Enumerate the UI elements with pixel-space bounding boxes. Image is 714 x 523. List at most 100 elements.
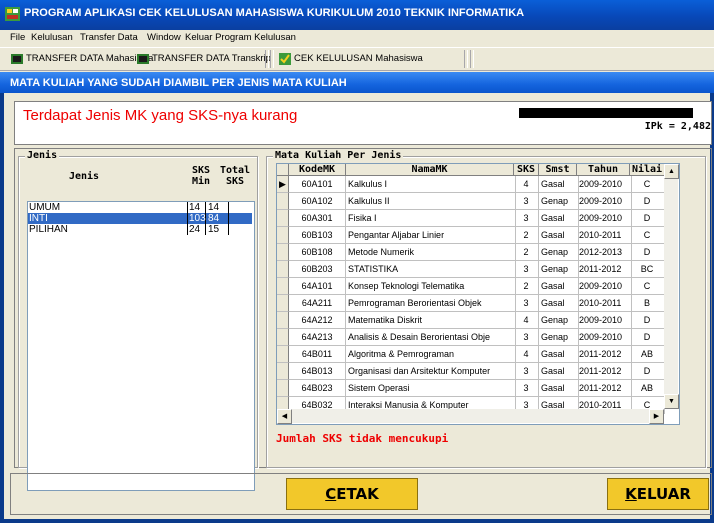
vertical-scrollbar[interactable]: ▲ ▼ <box>664 164 679 409</box>
sks-cell[interactable]: 2 <box>514 278 539 295</box>
kode-cell[interactable]: 64B023 <box>289 380 346 397</box>
sks-cell[interactable]: 2 <box>514 244 539 261</box>
kode-cell[interactable]: 60B203 <box>289 261 346 278</box>
menu-keluar-program[interactable]: Keluar Program Kelulusan <box>185 32 296 43</box>
nama-cell[interactable]: Matematika Diskrit <box>346 312 516 329</box>
jenis-list[interactable]: UMUM 14 14 INTI 103 84 PILIHAN 24 15 <box>27 201 255 491</box>
table-row[interactable]: 60A102 Kalkulus II 3 Genap 2009-2010 D <box>277 193 665 210</box>
kode-cell[interactable]: 60A301 <box>289 210 346 227</box>
sks-cell[interactable]: 4 <box>514 346 539 363</box>
smst-cell[interactable]: Genap <box>539 193 579 210</box>
table-row[interactable]: 60B203 STATISTIKA 3 Genap 2011-2012 BC <box>277 261 665 278</box>
nilai-cell[interactable]: D <box>630 312 665 329</box>
smst-cell[interactable]: Genap <box>539 261 579 278</box>
nilai-cell[interactable]: C <box>630 176 665 193</box>
menu-file[interactable]: File <box>10 32 25 43</box>
smst-cell[interactable]: Gasal <box>539 380 579 397</box>
jenis-row-selected[interactable]: INTI 103 84 <box>28 213 252 224</box>
scroll-up-button[interactable]: ▲ <box>664 164 679 179</box>
sks-cell[interactable]: 3 <box>514 363 539 380</box>
sks-cell[interactable]: 3 <box>514 329 539 346</box>
smst-cell[interactable]: Genap <box>539 312 579 329</box>
nilai-cell[interactable]: D <box>630 193 665 210</box>
table-row[interactable]: ▶ 60A101 Kalkulus I 4 Gasal 2009-2010 C <box>277 176 665 193</box>
menu-kelulusan[interactable]: Kelulusan <box>31 32 73 43</box>
table-row[interactable]: 60B108 Metode Numerik 2 Genap 2012-2013 D <box>277 244 665 261</box>
tahun-cell[interactable]: 2009-2010 <box>577 176 632 193</box>
sks-cell[interactable]: 3 <box>514 210 539 227</box>
tahun-cell[interactable]: 2011-2012 <box>577 380 632 397</box>
tahun-cell[interactable]: 2009-2010 <box>577 210 632 227</box>
menu-window[interactable]: Window <box>147 32 181 43</box>
nama-cell[interactable]: Pengantar Aljabar Linier <box>346 227 516 244</box>
nilai-cell[interactable]: AB <box>630 380 665 397</box>
table-row[interactable]: 60B103 Pengantar Aljabar Linier 2 Gasal 2010… <box>277 227 665 244</box>
transfer-mahasiswa-button[interactable]: TRANSFER DATA Mahasiswa <box>10 51 153 67</box>
nama-cell[interactable]: Kalkulus II <box>346 193 516 210</box>
transfer-transkrip-button[interactable]: TRANSFER DATA Transkrip <box>136 51 271 67</box>
sks-cell[interactable]: 3 <box>514 193 539 210</box>
kode-cell[interactable]: 64A211 <box>289 295 346 312</box>
tahun-cell[interactable]: 2012-2013 <box>577 244 632 261</box>
scroll-right-button[interactable]: ▶ <box>649 409 664 424</box>
nilai-cell[interactable]: C <box>630 278 665 295</box>
kode-cell[interactable]: 64A101 <box>289 278 346 295</box>
nilai-cell[interactable]: D <box>630 363 665 380</box>
kode-cell[interactable]: 64B011 <box>289 346 346 363</box>
cetak-button[interactable]: CETAK <box>286 478 418 510</box>
tahun-cell[interactable]: 2009-2010 <box>577 329 632 346</box>
nama-cell[interactable]: Analisis & Desain Berorientasi Obje <box>346 329 516 346</box>
sks-cell[interactable]: 3 <box>514 261 539 278</box>
smst-cell[interactable]: Gasal <box>539 210 579 227</box>
smst-cell[interactable]: Gasal <box>539 295 579 312</box>
tahun-cell[interactable]: 2010-2011 <box>577 227 632 244</box>
smst-col-header[interactable]: Smst <box>539 164 577 176</box>
nilai-col-header[interactable]: Nilai <box>630 164 665 176</box>
smst-cell[interactable]: Gasal <box>539 346 579 363</box>
nama-cell[interactable]: Pemrograman Berorientasi Objek <box>346 295 516 312</box>
smst-cell[interactable]: Gasal <box>539 278 579 295</box>
tahun-cell[interactable]: 2009-2010 <box>577 193 632 210</box>
smst-cell[interactable]: Genap <box>539 329 579 346</box>
nilai-cell[interactable]: AB <box>630 346 665 363</box>
app-title-bar[interactable]: PROGRAM APLIKASI CEK KELULUSAN MAHASISWA… <box>0 0 714 30</box>
namamk-col-header[interactable]: NamaMK <box>346 164 514 176</box>
window-title-bar[interactable]: MATA KULIAH YANG SUDAH DIAMBIL PER JENIS… <box>0 72 714 93</box>
sks-cell[interactable]: 4 <box>514 312 539 329</box>
tahun-col-header[interactable]: Tahun <box>577 164 630 176</box>
scroll-down-button[interactable]: ▼ <box>664 394 679 409</box>
scroll-left-button[interactable]: ◀ <box>277 409 292 424</box>
sks-col-header[interactable]: SKS <box>514 164 539 176</box>
nilai-cell[interactable]: D <box>630 210 665 227</box>
kode-cell[interactable]: 64B013 <box>289 363 346 380</box>
jenis-row[interactable]: UMUM 14 14 <box>28 202 252 213</box>
tahun-cell[interactable]: 2009-2010 <box>577 278 632 295</box>
kode-cell[interactable]: 64A213 <box>289 329 346 346</box>
kode-cell[interactable]: 60A102 <box>289 193 346 210</box>
table-row[interactable]: 64A213 Analisis & Desain Berorientasi Obj… <box>277 329 665 346</box>
menu-transfer-data[interactable]: Transfer Data <box>80 32 138 43</box>
jenis-row[interactable]: PILIHAN 24 15 <box>28 224 252 235</box>
smst-cell[interactable]: Gasal <box>539 227 579 244</box>
smst-cell[interactable]: Genap <box>539 244 579 261</box>
table-row[interactable]: 64B011 Algoritma & Pemrograman 4 Gasal 2011-… <box>277 346 665 363</box>
nama-cell[interactable]: Konsep Teknologi Telematika <box>346 278 516 295</box>
tahun-cell[interactable]: 2010-2011 <box>577 295 632 312</box>
nama-cell[interactable]: Kalkulus I <box>346 176 516 193</box>
smst-cell[interactable]: Gasal <box>539 363 579 380</box>
table-row[interactable]: 64A101 Konsep Teknologi Telematika 2 Gasal 2… <box>277 278 665 295</box>
sks-cell[interactable]: 3 <box>514 295 539 312</box>
nama-cell[interactable]: Organisasi dan Arsitektur Komputer <box>346 363 516 380</box>
smst-cell[interactable]: Gasal <box>539 176 579 193</box>
nilai-cell[interactable]: BC <box>630 261 665 278</box>
kode-cell[interactable]: 60B108 <box>289 244 346 261</box>
table-row[interactable]: 64B023 Sistem Operasi 3 Gasal 2011-2012 AB <box>277 380 665 397</box>
nama-cell[interactable]: Metode Numerik <box>346 244 516 261</box>
keluar-button[interactable]: KELUAR <box>607 478 709 510</box>
kode-cell[interactable]: 64A212 <box>289 312 346 329</box>
table-row[interactable]: 64A212 Matematika Diskrit 4 Genap 2009-2010 D <box>277 312 665 329</box>
nilai-cell[interactable]: C <box>630 227 665 244</box>
matakuliah-grid[interactable]: KodeMK NamaMK SKS Smst Tahun Nilai ▶ 60A1… <box>276 163 680 425</box>
sks-cell[interactable]: 4 <box>514 176 539 193</box>
nama-cell[interactable]: Fisika I <box>346 210 516 227</box>
